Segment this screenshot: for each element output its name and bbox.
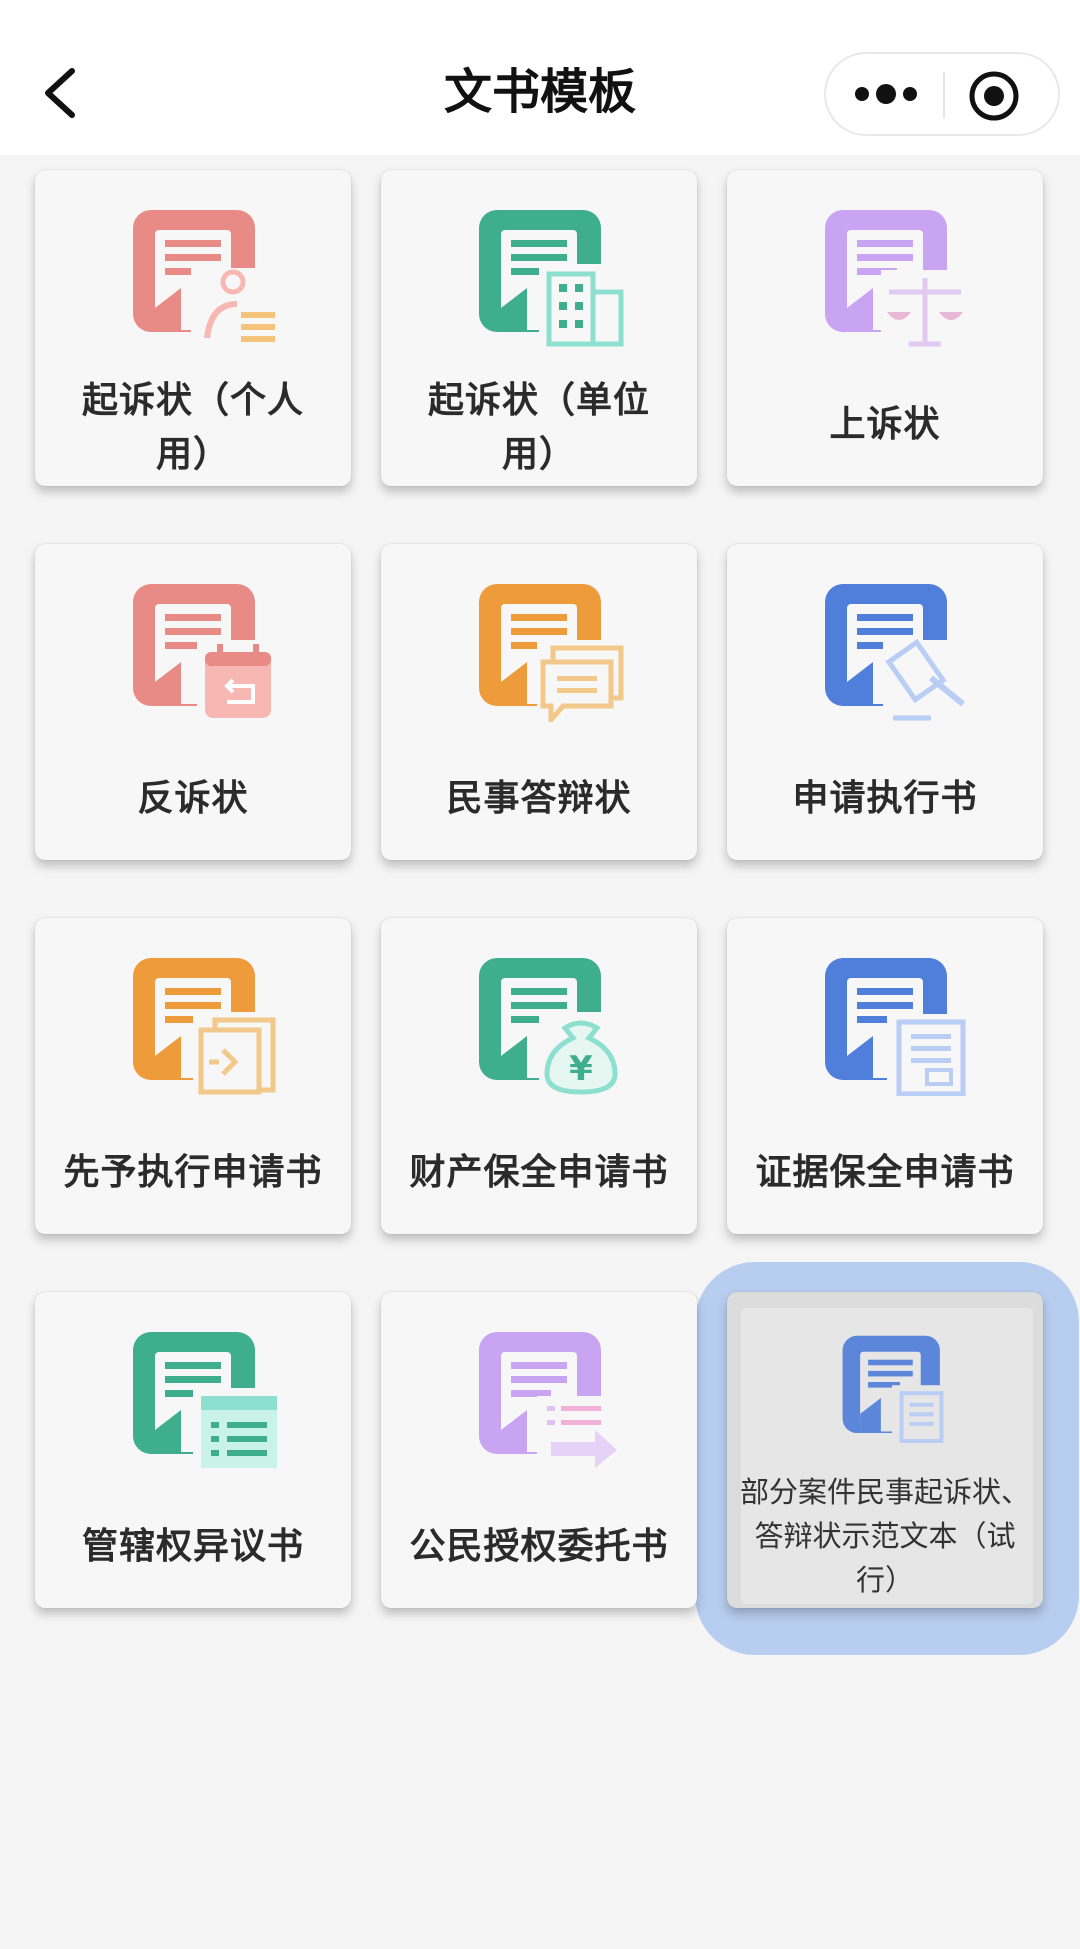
- power-of-attorney-icon: [479, 1332, 625, 1470]
- tile-label: 公民授权委托书: [409, 1526, 669, 1567]
- close-program-icon[interactable]: [966, 68, 1022, 124]
- tile-label: 财产保全申请书: [409, 1152, 669, 1193]
- tile-label: 反诉状: [137, 778, 249, 819]
- template-tile-civil-defense[interactable]: 民事答辩状: [381, 544, 697, 860]
- tile-label: 起诉状（单位用）: [427, 380, 650, 475]
- tile-label: 上诉状: [829, 404, 941, 445]
- template-tile-counterclaim[interactable]: 反诉状: [35, 544, 351, 860]
- template-tile-property-preservation[interactable]: ¥ 财产保全申请书: [381, 918, 697, 1234]
- template-tile-complaint-personal[interactable]: 起诉状（个人用）: [35, 170, 351, 486]
- advance-enforcement-icon: [133, 958, 279, 1096]
- tile-label: 民事答辩状: [446, 778, 632, 819]
- nav-bar: 文书模板: [0, 0, 1080, 155]
- counterclaim-icon: [133, 584, 277, 720]
- evidence-preservation-icon: [825, 958, 971, 1096]
- tile-label: 申请执行书: [792, 778, 978, 819]
- template-tile-appeal[interactable]: 上诉状: [727, 170, 1043, 486]
- civil-defense-icon: [479, 584, 625, 722]
- template-tile-advance-enforcement[interactable]: 先予执行申请书: [35, 918, 351, 1234]
- template-tile-complaint-org[interactable]: 起诉状（单位用）: [381, 170, 697, 486]
- tile-label: 管辖权异议书: [81, 1526, 304, 1567]
- more-icon[interactable]: [846, 74, 926, 114]
- svg-text:¥: ¥: [569, 1049, 593, 1089]
- template-tile-evidence-preservation[interactable]: 证据保全申请书: [727, 918, 1043, 1234]
- enforcement-request-icon: [825, 584, 971, 722]
- template-tile-enforcement-request[interactable]: 申请执行书: [727, 544, 1043, 860]
- complaint-personal-icon: [133, 210, 279, 348]
- mini-program-capsule: [824, 52, 1060, 136]
- sample-texts-icon: [842, 1335, 948, 1446]
- tile-label: 部分案件民事起诉状、答辩状示范文本（试行）: [739, 1475, 1030, 1597]
- template-tile-jurisdiction-objection[interactable]: 管辖权异议书: [35, 1292, 351, 1608]
- tile-label: 证据保全申请书: [755, 1152, 1015, 1193]
- tile-label: 起诉状（个人用）: [81, 380, 304, 475]
- capsule-divider: [943, 72, 945, 118]
- template-tile-power-of-attorney[interactable]: 公民授权委托书: [381, 1292, 697, 1608]
- appeal-icon: [825, 210, 971, 348]
- tile-label: 先予执行申请书: [63, 1152, 323, 1193]
- property-preservation-icon: ¥: [479, 958, 625, 1096]
- jurisdiction-objection-icon: [133, 1332, 279, 1470]
- template-tile-sample-texts[interactable]: 部分案件民事起诉状、答辩状示范文本（试行）: [727, 1292, 1043, 1608]
- complaint-org-icon: [479, 210, 625, 348]
